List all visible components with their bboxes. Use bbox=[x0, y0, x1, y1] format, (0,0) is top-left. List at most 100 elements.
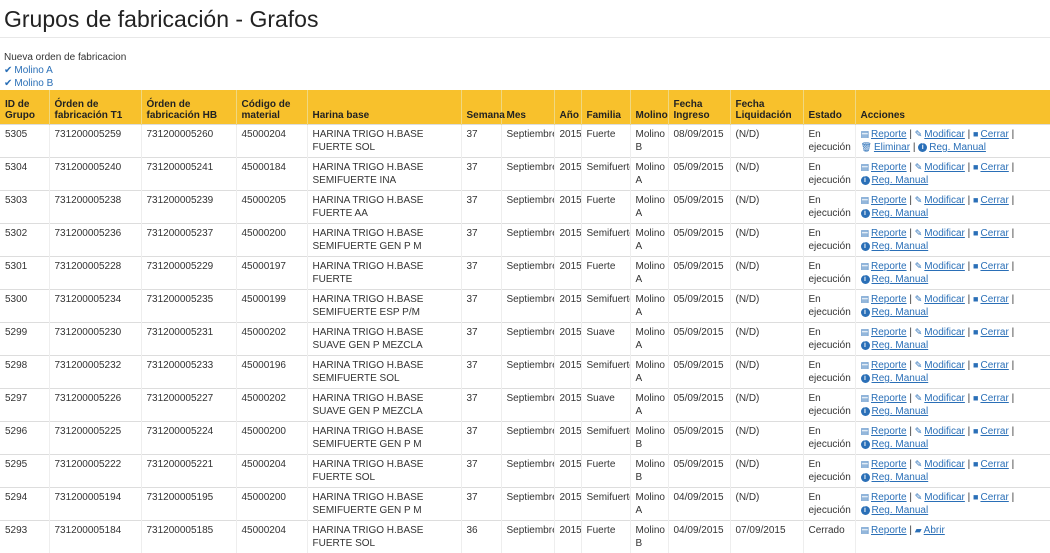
reporte-link[interactable]: ▤Reporte bbox=[861, 360, 907, 371]
cerrar-link[interactable]: ■Cerrar bbox=[973, 261, 1009, 272]
cerrar-link[interactable]: ■Cerrar bbox=[973, 129, 1009, 140]
reg-manual-link[interactable]: iReg. Manual bbox=[861, 505, 929, 516]
cell-t1: 731200005259 bbox=[49, 125, 141, 158]
reporte-link[interactable]: ▤Reporte bbox=[861, 459, 907, 470]
cell-molino: Molino A bbox=[630, 290, 668, 323]
reg-manual-link[interactable]: iReg. Manual bbox=[861, 373, 929, 384]
cerrar-link[interactable]: ■Cerrar bbox=[973, 327, 1009, 338]
molino-a-link[interactable]: ✔Molino A bbox=[4, 64, 126, 77]
modificar-label: Modificar bbox=[924, 492, 965, 503]
cell-code: 45000200 bbox=[236, 422, 307, 455]
reporte-link[interactable]: ▤Reporte bbox=[861, 228, 907, 239]
reg-manual-link[interactable]: iReg. Manual bbox=[861, 208, 929, 219]
reporte-link[interactable]: ▤Reporte bbox=[861, 261, 907, 272]
reg-manual-link[interactable]: iReg. Manual bbox=[918, 142, 986, 153]
reporte-link[interactable]: ▤Reporte bbox=[861, 129, 907, 140]
modificar-label: Modificar bbox=[924, 426, 965, 437]
cerrar-link[interactable]: ■Cerrar bbox=[973, 294, 1009, 305]
reporte-label: Reporte bbox=[871, 195, 907, 206]
pencil-icon: ✎ bbox=[915, 260, 923, 273]
reporte-link[interactable]: ▤Reporte bbox=[861, 393, 907, 404]
modificar-link[interactable]: ✎Modificar bbox=[915, 261, 965, 272]
cell-id: 5301 bbox=[0, 257, 49, 290]
action-separator: | bbox=[965, 393, 973, 404]
molino-b-link[interactable]: ✔Molino B bbox=[4, 77, 126, 90]
modificar-link[interactable]: ✎Modificar bbox=[915, 129, 965, 140]
folder-icon: ■ bbox=[973, 458, 978, 471]
cell-id: 5304 bbox=[0, 158, 49, 191]
cerrar-link[interactable]: ■Cerrar bbox=[973, 360, 1009, 371]
cell-acciones: ▤Reporte | ✎Modificar | ■Cerrar | iReg. … bbox=[855, 191, 1050, 224]
modificar-link[interactable]: ✎Modificar bbox=[915, 360, 965, 371]
cerrar-link[interactable]: ■Cerrar bbox=[973, 228, 1009, 239]
cell-hb: 731200005237 bbox=[141, 224, 236, 257]
reporte-link[interactable]: ▤Reporte bbox=[861, 294, 907, 305]
action-separator: | bbox=[1009, 129, 1014, 140]
cell-id: 5293 bbox=[0, 521, 49, 553]
modificar-label: Modificar bbox=[924, 360, 965, 371]
table-row: 529473120000519473120000519545000200HARI… bbox=[0, 488, 1050, 521]
modificar-link[interactable]: ✎Modificar bbox=[915, 327, 965, 338]
cell-liquidacion: (N/D) bbox=[730, 125, 803, 158]
cell-mes: Septiembre bbox=[501, 224, 554, 257]
cerrar-label: Cerrar bbox=[980, 228, 1008, 239]
modificar-link[interactable]: ✎Modificar bbox=[915, 294, 965, 305]
reporte-link[interactable]: ▤Reporte bbox=[861, 525, 907, 536]
modificar-link[interactable]: ✎Modificar bbox=[915, 393, 965, 404]
cerrar-link[interactable]: ■Cerrar bbox=[973, 162, 1009, 173]
reporte-link[interactable]: ▤Reporte bbox=[861, 492, 907, 503]
cell-liquidacion: (N/D) bbox=[730, 389, 803, 422]
folder-icon: ■ bbox=[973, 128, 978, 141]
reg-manual-link[interactable]: iReg. Manual bbox=[861, 406, 929, 417]
cell-mes: Septiembre bbox=[501, 191, 554, 224]
cerrar-link[interactable]: ■Cerrar bbox=[973, 426, 1009, 437]
action-separator: | bbox=[1009, 492, 1014, 503]
reg-manual-link[interactable]: iReg. Manual bbox=[861, 274, 929, 285]
reg-manual-link[interactable]: iReg. Manual bbox=[861, 241, 929, 252]
cell-estado: En ejecución bbox=[803, 356, 855, 389]
cell-mes: Septiembre bbox=[501, 125, 554, 158]
cell-acciones: ▤Reporte | ✎Modificar | ■Cerrar | iReg. … bbox=[855, 158, 1050, 191]
cell-familia: Fuerte bbox=[581, 521, 630, 553]
cerrar-link[interactable]: ■Cerrar bbox=[973, 393, 1009, 404]
table-row: 529873120000523273120000523345000196HARI… bbox=[0, 356, 1050, 389]
modificar-link[interactable]: ✎Modificar bbox=[915, 162, 965, 173]
reporte-link[interactable]: ▤Reporte bbox=[861, 195, 907, 206]
cerrar-link[interactable]: ■Cerrar bbox=[973, 459, 1009, 470]
report-icon: ▤ bbox=[861, 425, 870, 438]
cell-id: 5297 bbox=[0, 389, 49, 422]
modificar-link[interactable]: ✎Modificar bbox=[915, 426, 965, 437]
cell-anio: 2015 bbox=[554, 389, 581, 422]
abrir-link[interactable]: ▰Abrir bbox=[915, 525, 945, 536]
cerrar-link[interactable]: ■Cerrar bbox=[973, 492, 1009, 503]
reporte-link[interactable]: ▤Reporte bbox=[861, 162, 907, 173]
eliminar-link[interactable]: 🗑Eliminar bbox=[861, 142, 911, 153]
column-header-id: ID de Grupo bbox=[0, 90, 49, 125]
cell-semana: 37 bbox=[461, 158, 501, 191]
reg-manual-link[interactable]: iReg. Manual bbox=[861, 439, 929, 450]
reporte-label: Reporte bbox=[871, 129, 907, 140]
modificar-link[interactable]: ✎Modificar bbox=[915, 459, 965, 470]
reporte-link[interactable]: ▤Reporte bbox=[861, 327, 907, 338]
cerrar-link[interactable]: ■Cerrar bbox=[973, 195, 1009, 206]
reg-manual-link[interactable]: iReg. Manual bbox=[861, 340, 929, 351]
modificar-link[interactable]: ✎Modificar bbox=[915, 195, 965, 206]
cerrar-label: Cerrar bbox=[980, 162, 1008, 173]
cell-code: 45000202 bbox=[236, 389, 307, 422]
reg-manual-link[interactable]: iReg. Manual bbox=[861, 175, 929, 186]
cell-hb: 731200005229 bbox=[141, 257, 236, 290]
action-separator: | bbox=[907, 228, 915, 239]
reg-manual-link[interactable]: iReg. Manual bbox=[861, 307, 929, 318]
report-icon: ▤ bbox=[861, 194, 870, 207]
reporte-link[interactable]: ▤Reporte bbox=[861, 426, 907, 437]
reg-manual-link[interactable]: iReg. Manual bbox=[861, 472, 929, 483]
cell-semana: 37 bbox=[461, 125, 501, 158]
action-separator: | bbox=[965, 195, 973, 206]
reporte-label: Reporte bbox=[871, 294, 907, 305]
cell-semana: 37 bbox=[461, 323, 501, 356]
modificar-link[interactable]: ✎Modificar bbox=[915, 492, 965, 503]
table-header-row: ID de GrupoÓrden de fabricación T1Órden … bbox=[0, 90, 1050, 125]
action-separator: | bbox=[907, 162, 915, 173]
column-header-liquidacion: Fecha Liquidación bbox=[730, 90, 803, 125]
modificar-link[interactable]: ✎Modificar bbox=[915, 228, 965, 239]
